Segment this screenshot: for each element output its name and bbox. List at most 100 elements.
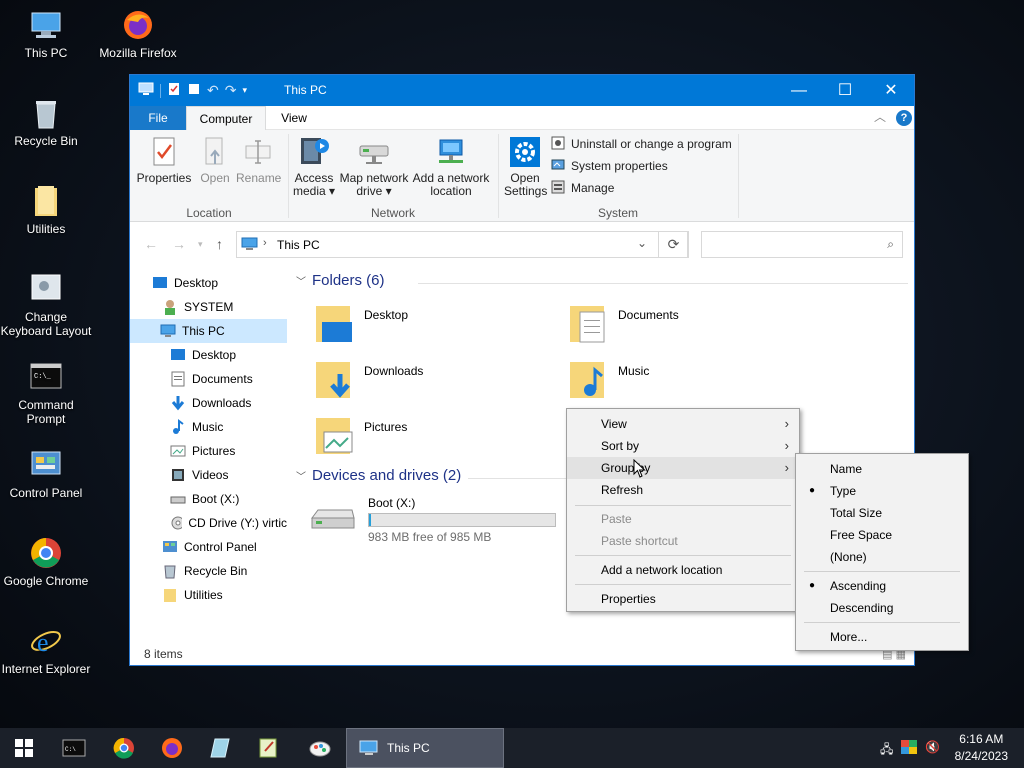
- group-header-folders[interactable]: ﹀ Folders (6): [296, 272, 385, 289]
- menu-item-paste[interactable]: Paste: [567, 508, 799, 530]
- desktop-icon-google-chrome[interactable]: Google Chrome: [0, 536, 92, 588]
- desktop-icon-change-keyboard-layout[interactable]: Change Keyboard Layout: [0, 272, 92, 338]
- submenu-item-type[interactable]: ● Type: [796, 480, 968, 502]
- tree-item-documents[interactable]: Documents: [170, 367, 253, 391]
- tree-item-videos[interactable]: Videos: [170, 463, 228, 487]
- desktop-icon-utilities[interactable]: Utilities: [0, 184, 92, 236]
- tree-item-recycle-bin[interactable]: Recycle Bin: [162, 559, 247, 583]
- desktop-icon-control-panel[interactable]: Control Panel: [0, 448, 92, 500]
- taskbar-notepad[interactable]: [244, 728, 292, 768]
- uninstall-program-button[interactable]: Uninstall or change a program: [551, 134, 732, 154]
- taskbar-firefox[interactable]: [148, 728, 196, 768]
- rename-button[interactable]: Rename: [236, 136, 281, 185]
- submenu-item-name[interactable]: Name: [796, 458, 968, 480]
- refresh-button[interactable]: ⟳: [658, 231, 689, 258]
- taskbar-app-glass[interactable]: [196, 728, 244, 768]
- taskbar: C:\ This PC 🖧 🔇 6:16 AM 8/24/2023: [0, 728, 1024, 768]
- address-dropdown-icon[interactable]: ⌄: [637, 236, 647, 250]
- folder-item-downloads[interactable]: Downloads: [314, 358, 423, 400]
- up-button[interactable]: ↑: [216, 236, 223, 252]
- tree-item-downloads[interactable]: Downloads: [170, 391, 251, 415]
- submenu-item-none[interactable]: (None): [796, 546, 968, 568]
- menu-item-add-network-location[interactable]: Add a network location: [567, 559, 799, 581]
- menu-item-paste-shortcut[interactable]: Paste shortcut: [567, 530, 799, 552]
- redo-icon[interactable]: ↷: [225, 82, 237, 99]
- desktop-icon-command-prompt[interactable]: C:\_ Command Prompt: [0, 360, 92, 426]
- tab-computer[interactable]: Computer: [186, 106, 266, 130]
- properties-qat-icon[interactable]: [167, 82, 181, 99]
- drive-item-boot[interactable]: Boot (X:) 983 MB free of 985 MB: [308, 496, 556, 544]
- open-button[interactable]: Open: [194, 136, 236, 185]
- settings-gear-icon: [509, 136, 541, 168]
- tree-item-desktop-sub[interactable]: Desktop: [170, 343, 236, 367]
- recent-locations-icon[interactable]: ▾: [198, 239, 203, 250]
- tab-file[interactable]: File: [130, 106, 186, 130]
- group-header-devices[interactable]: ﹀ Devices and drives (2): [296, 467, 461, 484]
- folder-item-documents[interactable]: Documents: [568, 302, 679, 344]
- menu-item-group-by[interactable]: Group by ›: [567, 457, 799, 479]
- add-network-location-button[interactable]: Add a network location: [412, 136, 490, 198]
- taskbar-paint[interactable]: [296, 728, 344, 768]
- group-divider: [418, 283, 908, 284]
- map-network-drive-button[interactable]: Map network drive ▾: [338, 136, 410, 198]
- submenu-item-ascending[interactable]: ● Ascending: [796, 575, 968, 597]
- address-bar[interactable]: › This PC ⌄: [236, 231, 688, 258]
- tree-item-system[interactable]: SYSTEM: [162, 295, 233, 319]
- forward-button[interactable]: →: [172, 236, 186, 252]
- collapse-ribbon-icon[interactable]: ︿: [874, 108, 886, 125]
- submenu-item-free-space[interactable]: Free Space: [796, 524, 968, 546]
- desktop-icon-recycle-bin[interactable]: Recycle Bin: [0, 96, 92, 148]
- tree-item-utilities[interactable]: Utilities: [162, 583, 223, 607]
- access-media-button[interactable]: Access media ▾: [292, 136, 336, 198]
- new-folder-qat-icon[interactable]: [187, 82, 201, 99]
- submenu-item-descending[interactable]: Descending: [796, 597, 968, 619]
- search-box[interactable]: ⌕: [701, 231, 903, 258]
- tab-view[interactable]: View: [272, 106, 316, 130]
- properties-button[interactable]: Properties: [136, 136, 192, 185]
- taskbar-chrome[interactable]: [100, 728, 148, 768]
- tree-item-this-pc[interactable]: This PC: [130, 319, 287, 343]
- drive-usage-bar: [368, 513, 556, 527]
- menu-item-properties[interactable]: Properties: [567, 588, 799, 610]
- tree-item-desktop[interactable]: Desktop: [152, 271, 218, 295]
- address-path[interactable]: This PC: [277, 238, 320, 252]
- paint-icon: [309, 741, 331, 757]
- submenu-item-more[interactable]: More...: [796, 626, 968, 648]
- open-settings-button[interactable]: Open Settings: [504, 136, 547, 198]
- menu-item-sort-by[interactable]: Sort by ›: [567, 435, 799, 457]
- clock[interactable]: 6:16 AM 8/24/2023: [955, 731, 1008, 765]
- tree-item-boot-drive[interactable]: Boot (X:): [170, 487, 239, 511]
- submenu-item-total-size[interactable]: Total Size: [796, 502, 968, 524]
- minimize-button[interactable]: —: [776, 75, 822, 106]
- back-button[interactable]: ←: [144, 236, 158, 252]
- navigation-pane: Desktop SYSTEM This PC Desktop Documents…: [130, 266, 287, 646]
- folder-item-desktop[interactable]: Desktop: [314, 302, 408, 344]
- maximize-button[interactable]: ☐: [822, 75, 868, 106]
- manage-button[interactable]: Manage: [551, 178, 614, 198]
- tree-item-control-panel[interactable]: Control Panel: [162, 535, 257, 559]
- folder-item-pictures[interactable]: Pictures: [314, 414, 407, 456]
- start-button[interactable]: [0, 728, 48, 768]
- menu-item-refresh[interactable]: Refresh: [567, 479, 799, 501]
- menu-item-view[interactable]: View ›: [567, 413, 799, 435]
- tree-item-music[interactable]: Music: [170, 415, 223, 439]
- terminal-icon: C:\: [62, 739, 86, 757]
- taskbar-this-pc-window[interactable]: This PC: [346, 728, 504, 768]
- customize-qat-icon[interactable]: ▾: [242, 85, 247, 96]
- close-button[interactable]: ✕: [868, 75, 914, 106]
- desktop-icon-this-pc[interactable]: This PC: [0, 8, 92, 60]
- desktop-icon-firefox[interactable]: Mozilla Firefox: [92, 8, 184, 60]
- title-bar[interactable]: ↶ ↷ ▾ This PC — ☐ ✕: [130, 75, 914, 106]
- undo-icon[interactable]: ↶: [207, 82, 219, 99]
- help-icon[interactable]: ?: [896, 110, 912, 126]
- folder-item-music[interactable]: Music: [568, 358, 649, 400]
- search-input[interactable]: [706, 233, 876, 256]
- desktop-icon-internet-explorer[interactable]: e Internet Explorer: [0, 624, 92, 676]
- network-icon[interactable]: 🖧: [880, 740, 893, 761]
- tree-item-cd-drive[interactable]: CD Drive (Y:) virtic: [170, 511, 287, 535]
- system-properties-button[interactable]: System properties: [551, 156, 668, 176]
- volume-muted-icon[interactable]: 🔇: [925, 740, 940, 761]
- tree-item-pictures[interactable]: Pictures: [170, 439, 235, 463]
- color-profile-icon[interactable]: [901, 740, 918, 761]
- taskbar-command-prompt[interactable]: C:\: [50, 728, 98, 768]
